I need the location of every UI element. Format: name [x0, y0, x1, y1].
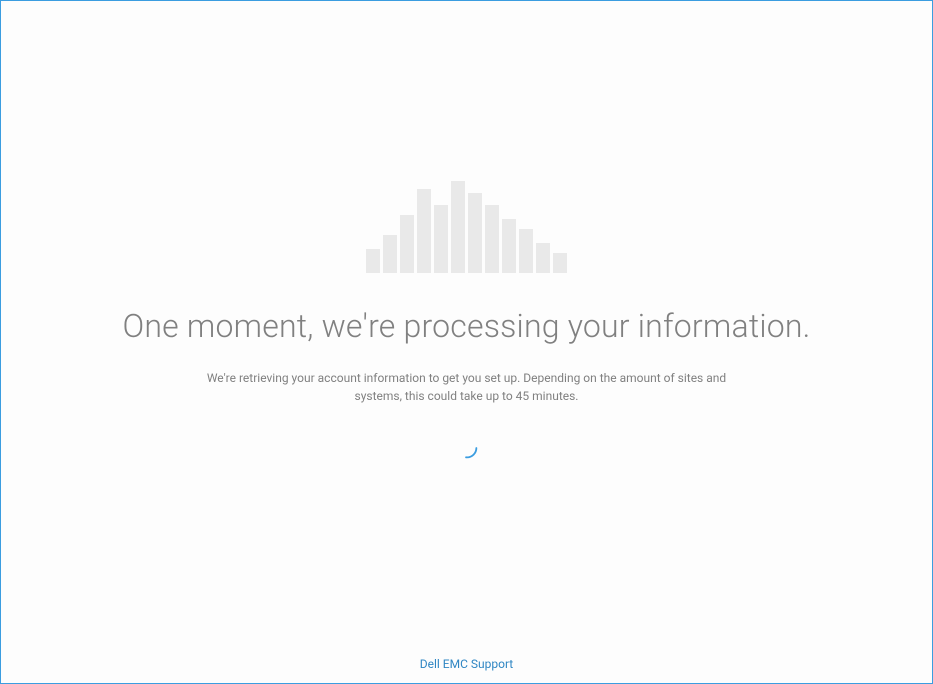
loading-content: One moment, we're processing your inform…	[1, 1, 932, 683]
processing-window: One moment, we're processing your inform…	[0, 0, 933, 684]
support-link[interactable]: Dell EMC Support	[1, 657, 932, 671]
loading-heading: One moment, we're processing your inform…	[123, 307, 811, 345]
cloud-bars-icon	[366, 181, 567, 273]
loading-subtext: We're retrieving your account informatio…	[207, 369, 727, 405]
spinner-icon	[454, 435, 480, 461]
